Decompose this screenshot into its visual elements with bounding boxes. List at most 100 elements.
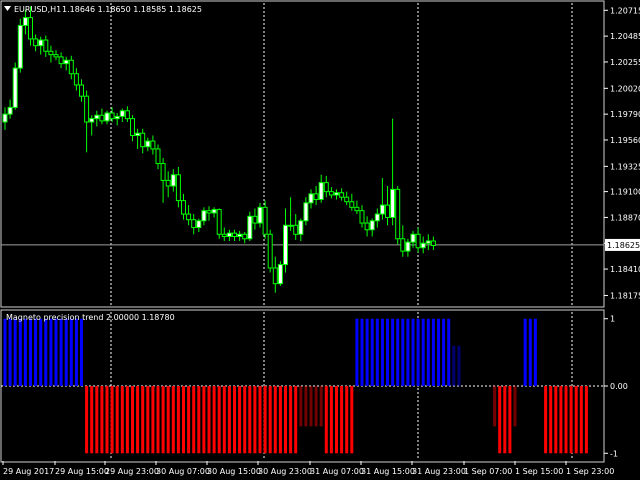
time-tick-label: 29 Aug 15:00 xyxy=(55,467,109,476)
candle-body xyxy=(303,202,309,222)
indicator-bar xyxy=(493,386,497,427)
candle-body xyxy=(328,191,334,196)
indicator-bar xyxy=(85,386,89,454)
candle-body xyxy=(130,118,135,136)
candle-body xyxy=(63,59,69,65)
candle-body xyxy=(22,17,28,26)
indicator-bar xyxy=(100,386,104,454)
candle-body xyxy=(318,182,324,200)
candle-body xyxy=(79,84,84,97)
candle[interactable] xyxy=(247,211,253,242)
indicator-bar xyxy=(294,386,298,454)
candle-body xyxy=(252,215,258,224)
candle-body xyxy=(160,163,166,181)
price-axis: 1.20715 1.20485 1.20255 1.20020 1.19790 1.195… xyxy=(604,6,640,300)
candle-body xyxy=(68,59,74,75)
indicator-bar xyxy=(171,386,175,454)
time-tick-label: 30 Aug 23:00 xyxy=(258,467,312,476)
indicator-bar xyxy=(350,386,354,454)
indicator-bar xyxy=(192,386,196,454)
candle-body xyxy=(374,213,380,222)
indicator-bar xyxy=(289,386,293,454)
candle-body xyxy=(293,224,299,235)
candle-body xyxy=(2,113,8,123)
candle-body xyxy=(425,240,431,244)
candle-body xyxy=(7,106,13,115)
indicator-bar xyxy=(503,386,507,454)
candle-body xyxy=(38,39,44,47)
candle-body xyxy=(221,233,227,238)
indicator-bar xyxy=(115,386,119,454)
time-tick-label: 30 Aug 15:00 xyxy=(207,467,261,476)
indicator-bar xyxy=(406,318,410,386)
time-axis: 29 Aug 2017 29 Aug 15:0029 Aug 23:0030 Au… xyxy=(2,461,614,476)
indicator-bar xyxy=(421,318,425,386)
indicator-bar xyxy=(69,318,73,386)
candle-body xyxy=(58,56,64,65)
chart-header: EURUSD,H1 1.18646 1.18650 1.18585 1.1862… xyxy=(4,5,202,14)
price-tick-label: 1.18410 xyxy=(610,265,640,274)
candle[interactable] xyxy=(277,261,283,286)
indicator-bar xyxy=(222,386,226,454)
indicator-bar xyxy=(110,386,114,454)
indicator-bar xyxy=(197,386,201,454)
time-tick-label: 1 Sep 23:00 xyxy=(566,467,614,476)
candle-body xyxy=(170,174,176,187)
candle[interactable] xyxy=(267,229,273,273)
indicator-bar xyxy=(95,386,99,454)
indicator-bar xyxy=(335,386,338,454)
candle[interactable] xyxy=(216,208,222,239)
indicator-bar xyxy=(156,386,160,454)
candle-body xyxy=(211,209,217,214)
indicator-bar xyxy=(151,386,155,454)
price-window-frame xyxy=(0,0,605,308)
indicator-bar xyxy=(141,386,145,454)
candle-body xyxy=(237,233,243,238)
indicator-bar xyxy=(437,318,440,386)
candle-body xyxy=(216,209,222,235)
candle-body xyxy=(196,220,202,229)
indicator-bar xyxy=(574,386,578,454)
candle-body xyxy=(308,193,314,204)
price-tick-label: 1.18175 xyxy=(610,291,640,300)
indicator-bar xyxy=(523,318,527,386)
indicator-bar xyxy=(263,386,267,454)
price-tick-label: 1.20255 xyxy=(610,58,640,67)
indicator-bar xyxy=(498,386,502,454)
time-tick-label: 31 Aug 23:00 xyxy=(412,467,466,476)
candle-body xyxy=(349,201,355,208)
candle[interactable] xyxy=(395,185,401,245)
indicator-bar xyxy=(365,318,369,386)
candle-body xyxy=(390,188,396,218)
candle-body xyxy=(415,233,421,249)
candle-body xyxy=(410,233,416,243)
indicator-bar xyxy=(309,386,313,427)
indicator-bar xyxy=(146,386,150,454)
candle-body xyxy=(135,132,141,136)
indicator-bar xyxy=(452,345,456,386)
trading-terminal-chart[interactable]: 1.20715 1.20485 1.20255 1.20020 1.19790 1.195… xyxy=(0,0,640,480)
indicator-bar xyxy=(49,318,53,386)
time-tick-label: 29 Aug 23:00 xyxy=(105,467,159,476)
indicator-bar xyxy=(187,386,191,454)
indicator-bar xyxy=(426,318,430,386)
candle-body xyxy=(124,110,130,120)
candle-body xyxy=(89,118,95,123)
indicator-bar xyxy=(136,386,140,454)
price-tick-label: 1.19325 xyxy=(610,162,640,171)
time-tick-label: 1 Sep 15:00 xyxy=(515,467,563,476)
candle-body xyxy=(12,67,18,108)
time-tick-label: 31 Aug 07:00 xyxy=(310,467,364,476)
indicator-bar xyxy=(386,318,389,386)
candle[interactable] xyxy=(17,18,23,73)
indicator-bar xyxy=(324,386,328,454)
candle-body xyxy=(119,110,125,117)
ohlc-readout: 1.18646 1.18650 1.18585 1.18625 xyxy=(62,5,202,14)
candle-body xyxy=(104,112,110,122)
candle-body xyxy=(84,95,90,123)
price-tick-label: 1.18870 xyxy=(610,213,640,222)
candle[interactable] xyxy=(12,62,18,110)
indicator-bar xyxy=(375,318,379,386)
indicator-bar xyxy=(253,386,257,454)
indicator-bar xyxy=(227,386,231,454)
